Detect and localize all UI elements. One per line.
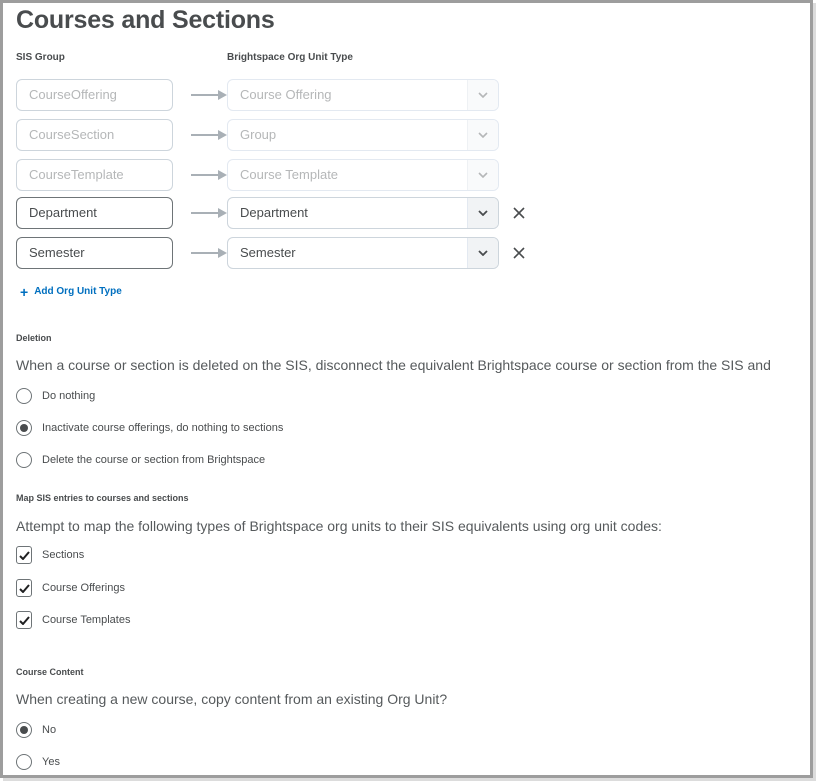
- mapping-row: CourseOffering Course Offering: [16, 79, 576, 111]
- sis-group-input: CourseSection: [16, 119, 173, 151]
- deletion-option-inactivate[interactable]: Inactivate course offerings, do nothing …: [16, 418, 283, 438]
- option-label: Yes: [42, 756, 60, 768]
- radio-button-selected[interactable]: [16, 722, 32, 738]
- mapping-row: CourseTemplate Course Template: [16, 159, 576, 191]
- arrow-right-icon: [191, 130, 227, 140]
- org-unit-type-select: Course Offering: [227, 79, 499, 111]
- chevron-down-icon: [467, 120, 498, 150]
- map-option-course-templates[interactable]: Course Templates: [16, 610, 130, 630]
- sis-group-input: CourseOffering: [16, 79, 173, 111]
- option-label: Sections: [42, 549, 85, 561]
- window-frame: [0, 0, 813, 778]
- option-label: No: [42, 724, 57, 736]
- map-option-sections[interactable]: Sections: [16, 545, 84, 565]
- course-content-label: Course Content: [16, 667, 84, 677]
- chevron-down-icon[interactable]: [467, 238, 498, 268]
- org-unit-type-value: Semester: [240, 245, 296, 260]
- mapping-row: CourseSection Group: [16, 119, 576, 151]
- org-unit-type-value: Group: [240, 127, 277, 142]
- map-sis-description: Attempt to map the following types of Br…: [16, 518, 662, 534]
- map-option-course-offerings[interactable]: Course Offerings: [16, 578, 125, 598]
- radio-button-selected[interactable]: [16, 420, 32, 436]
- radio-button[interactable]: [16, 388, 32, 404]
- chevron-down-icon: [467, 80, 498, 110]
- arrow-right-icon: [191, 208, 227, 218]
- deletion-option-delete[interactable]: Delete the course or section from Bright…: [16, 450, 265, 470]
- add-org-unit-type-label: Add Org Unit Type: [34, 286, 122, 297]
- option-label: Delete the course or section from Bright…: [42, 454, 266, 466]
- radio-button[interactable]: [16, 754, 32, 770]
- org-unit-type-select[interactable]: Department: [227, 197, 499, 229]
- chevron-down-icon: [467, 160, 498, 190]
- sis-group-column-label: SIS Group: [16, 52, 65, 63]
- deletion-option-do-nothing[interactable]: Do nothing: [16, 386, 95, 406]
- org-unit-type-select[interactable]: Semester: [227, 237, 499, 269]
- arrow-right-icon: [191, 248, 227, 258]
- add-org-unit-type-button[interactable]: + Add Org Unit Type: [20, 283, 122, 300]
- checkbox-checked[interactable]: [16, 611, 32, 629]
- arrow-right-icon: [191, 170, 227, 180]
- checkbox-checked[interactable]: [16, 546, 32, 564]
- deletion-label: Deletion: [16, 333, 52, 343]
- mapping-row: Semester Semester: [16, 237, 576, 269]
- mapping-row: Department Department: [16, 197, 576, 229]
- plus-icon: +: [20, 283, 29, 300]
- chevron-down-icon[interactable]: [467, 198, 498, 228]
- page-title: Courses and Sections: [16, 6, 275, 34]
- course-content-option-yes[interactable]: Yes: [16, 752, 60, 772]
- course-content-description: When creating a new course, copy content…: [16, 691, 448, 707]
- sis-group-input: CourseTemplate: [16, 159, 173, 191]
- org-unit-type-value: Department: [240, 205, 308, 220]
- option-label: Course Offerings: [42, 582, 125, 594]
- sis-group-input[interactable]: Semester: [16, 237, 173, 269]
- org-unit-type-select: Course Template: [227, 159, 499, 191]
- checkbox-checked[interactable]: [16, 579, 32, 597]
- org-unit-type-select: Group: [227, 119, 499, 151]
- org-unit-type-value: Course Offering: [240, 87, 332, 102]
- option-label: Course Templates: [42, 614, 131, 626]
- arrow-right-icon: [191, 90, 227, 100]
- radio-button[interactable]: [16, 452, 32, 468]
- deletion-description: When a course or section is deleted on t…: [16, 357, 771, 373]
- close-icon[interactable]: [511, 205, 527, 221]
- map-sis-label: Map SIS entries to courses and sections: [16, 493, 189, 503]
- org-unit-type-value: Course Template: [240, 167, 339, 182]
- close-icon[interactable]: [511, 245, 527, 261]
- option-label: Inactivate course offerings, do nothing …: [42, 422, 284, 434]
- sis-group-input[interactable]: Department: [16, 197, 173, 229]
- option-label: Do nothing: [42, 390, 96, 402]
- org-unit-type-column-label: Brightspace Org Unit Type: [227, 52, 353, 63]
- course-content-option-no[interactable]: No: [16, 720, 56, 740]
